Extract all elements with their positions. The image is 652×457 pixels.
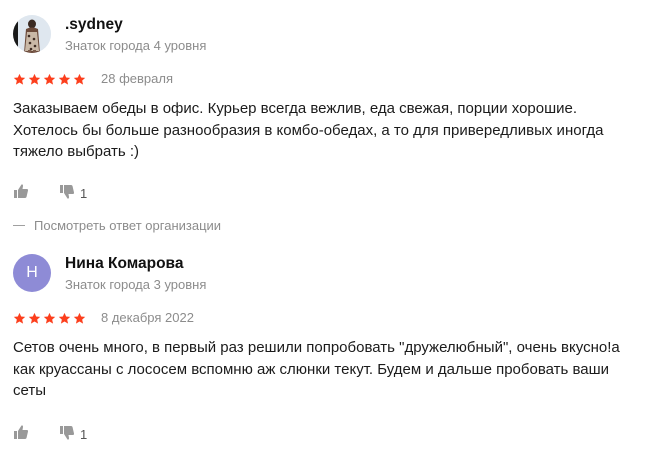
star-icon bbox=[58, 73, 71, 85]
review-rating: 28 февраля bbox=[13, 70, 652, 90]
author-name[interactable]: Нина Комарова bbox=[65, 255, 184, 273]
review-card: Н Нина Комарова Знаток города 3 уровня 8… bbox=[13, 252, 652, 442]
avatar-photo-icon bbox=[13, 15, 51, 53]
review-reactions: 1 bbox=[13, 183, 652, 201]
review-author: .sydney Знаток города 4 уровня bbox=[13, 13, 652, 55]
dislike-count: 1 bbox=[80, 426, 88, 442]
avatar[interactable]: Н bbox=[13, 254, 51, 292]
like-button[interactable] bbox=[13, 424, 29, 440]
like-button[interactable] bbox=[13, 183, 29, 199]
author-level: Знаток города 3 уровня bbox=[65, 277, 207, 292]
star-icon bbox=[43, 73, 56, 85]
review-author: Н Нина Комарова Знаток города 3 уровня bbox=[13, 252, 652, 294]
dislike-button[interactable]: 1 bbox=[59, 183, 87, 201]
dislike-button[interactable]: 1 bbox=[59, 424, 87, 442]
review-text: Заказываем обеды в офис. Курьер всегда в… bbox=[13, 100, 604, 160]
thumbs-up-icon bbox=[14, 424, 29, 439]
rating-stars bbox=[13, 73, 86, 86]
thumbs-down-icon bbox=[60, 425, 75, 440]
star-icon bbox=[73, 312, 86, 324]
star-icon bbox=[58, 312, 71, 324]
star-icon bbox=[28, 73, 41, 85]
org-response-label: Посмотреть ответ организации bbox=[34, 218, 222, 233]
review-text: Сетов очень много, в первый раз решили п… bbox=[13, 339, 620, 399]
star-icon bbox=[43, 312, 56, 324]
star-icon bbox=[13, 312, 26, 324]
avatar[interactable] bbox=[13, 15, 51, 53]
author-level: Знаток города 4 уровня bbox=[65, 38, 207, 53]
org-response-dash bbox=[13, 225, 25, 226]
review-date: 8 декабря 2022 bbox=[101, 310, 194, 325]
thumbs-up-icon bbox=[14, 183, 29, 198]
review-rating: 8 декабря 2022 bbox=[13, 309, 652, 329]
star-icon bbox=[73, 73, 86, 85]
review-reactions: 1 bbox=[13, 424, 652, 442]
author-name[interactable]: .sydney bbox=[65, 16, 123, 34]
avatar-letter: Н bbox=[26, 264, 38, 281]
dislike-count: 1 bbox=[80, 185, 88, 201]
review-card: .sydney Знаток города 4 уровня 28 феврал… bbox=[13, 13, 652, 235]
rating-stars bbox=[13, 312, 86, 325]
star-icon bbox=[13, 73, 26, 85]
org-response-link[interactable]: Посмотреть ответ организации bbox=[13, 217, 652, 235]
thumbs-down-icon bbox=[60, 184, 75, 199]
star-icon bbox=[28, 312, 41, 324]
review-date: 28 февраля bbox=[101, 71, 173, 86]
